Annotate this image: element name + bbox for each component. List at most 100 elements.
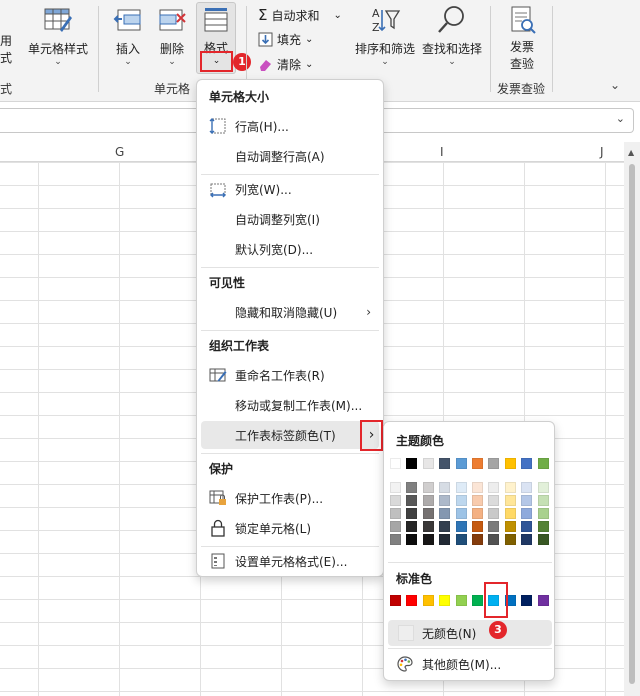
clear-button[interactable]: 清除 ⌄ <box>258 56 313 73</box>
theme-shade-swatch[interactable] <box>422 508 434 519</box>
theme-shade-swatch[interactable] <box>390 495 401 506</box>
theme-color-swatch[interactable] <box>390 458 401 469</box>
theme-shade-swatch[interactable] <box>488 482 500 493</box>
vertical-scrollbar[interactable]: ▲ <box>624 142 640 696</box>
theme-color-swatch[interactable] <box>488 458 500 469</box>
theme-shade-swatch[interactable] <box>488 521 500 532</box>
theme-shade-swatch[interactable] <box>455 534 467 545</box>
theme-shade-swatch[interactable] <box>422 534 434 545</box>
theme-shade-swatch[interactable] <box>455 508 467 519</box>
ribbon-collapse-icon[interactable]: ⌄ <box>610 78 620 92</box>
theme-shade-swatch[interactable] <box>439 521 451 532</box>
theme-shade-swatch[interactable] <box>439 495 451 506</box>
theme-color-swatch[interactable] <box>504 458 516 469</box>
theme-shade-swatch[interactable] <box>537 495 549 506</box>
theme-shade-swatch[interactable] <box>422 521 434 532</box>
standard-color-swatch[interactable] <box>455 595 467 606</box>
menu-item-hide-unhide[interactable]: 隐藏和取消隐藏(U) › <box>201 298 379 326</box>
theme-shade-swatch[interactable] <box>390 521 401 532</box>
theme-shade-swatch[interactable] <box>439 508 451 519</box>
theme-shade-swatch[interactable] <box>504 495 516 506</box>
scroll-up-icon[interactable]: ▲ <box>628 148 634 157</box>
sort-filter-button[interactable]: A Z 排序和筛选 ⌄ <box>352 4 418 67</box>
standard-color-swatch[interactable] <box>472 595 483 606</box>
menu-item-autofit-row[interactable]: 自动调整行高(A) <box>201 142 379 170</box>
theme-shade-swatch[interactable] <box>390 508 401 519</box>
column-header-i[interactable]: I <box>440 145 444 159</box>
theme-shade-swatch[interactable] <box>504 521 516 532</box>
theme-color-swatch[interactable] <box>472 458 483 469</box>
theme-color-swatch[interactable] <box>422 458 434 469</box>
theme-shade-swatch[interactable] <box>472 508 483 519</box>
theme-shade-swatch[interactable] <box>455 482 467 493</box>
chevron-down-icon[interactable]: ⌄ <box>616 112 625 125</box>
menu-item-lock-cell[interactable]: 锁定单元格(L) <box>201 514 379 542</box>
theme-color-swatch[interactable] <box>521 458 533 469</box>
insert-button[interactable]: 插入 ⌄ <box>108 4 148 67</box>
theme-shade-swatch[interactable] <box>504 534 516 545</box>
theme-shade-swatch[interactable] <box>439 482 451 493</box>
menu-item-tab-color[interactable]: 工作表标签颜色(T) <box>201 421 379 449</box>
autosum-button[interactable]: Σ 自动求和 ⌄ <box>258 6 342 24</box>
theme-shade-swatch[interactable] <box>472 521 483 532</box>
theme-shade-swatch[interactable] <box>406 534 418 545</box>
theme-shade-swatch[interactable] <box>472 482 483 493</box>
menu-item-move-copy[interactable]: 移动或复制工作表(M)... <box>201 391 379 419</box>
menu-item-default-width[interactable]: 默认列宽(D)... <box>201 235 379 263</box>
menu-item-row-height[interactable]: 行高(H)... <box>201 112 379 140</box>
theme-shade-swatch[interactable] <box>521 508 533 519</box>
theme-shade-swatch[interactable] <box>537 508 549 519</box>
theme-shade-swatch[interactable] <box>455 495 467 506</box>
cell-style-button[interactable]: 单元格样式 ⌄ <box>26 4 90 67</box>
column-header-j[interactable]: J <box>600 145 604 159</box>
theme-shade-swatch[interactable] <box>521 495 533 506</box>
fill-button[interactable]: 填充 ⌄ <box>258 31 313 48</box>
cut-left-button[interactable]: 用 式 <box>0 32 12 66</box>
menu-item-protect-sheet[interactable]: 保护工作表(P)... <box>201 484 379 512</box>
more-colors-option[interactable]: 其他颜色(M)... <box>388 651 552 677</box>
standard-color-swatch[interactable] <box>521 595 533 606</box>
standard-color-swatch[interactable] <box>537 595 549 606</box>
theme-color-swatch[interactable] <box>406 458 418 469</box>
column-header-g[interactable]: G <box>115 145 124 159</box>
theme-shade-swatch[interactable] <box>521 534 533 545</box>
theme-shade-swatch[interactable] <box>439 534 451 545</box>
theme-color-swatch[interactable] <box>537 458 549 469</box>
theme-shade-swatch[interactable] <box>472 534 483 545</box>
theme-shade-swatch[interactable] <box>488 534 500 545</box>
menu-item-column-width[interactable]: 列宽(W)... <box>201 175 379 203</box>
theme-shade-swatch[interactable] <box>406 495 418 506</box>
standard-color-swatch[interactable] <box>422 595 434 606</box>
theme-shade-swatch[interactable] <box>390 534 401 545</box>
standard-color-swatch[interactable] <box>439 595 451 606</box>
theme-shade-swatch[interactable] <box>422 482 434 493</box>
theme-shade-swatch[interactable] <box>422 495 434 506</box>
theme-shade-swatch[interactable] <box>521 521 533 532</box>
theme-shade-swatch[interactable] <box>521 482 533 493</box>
theme-shade-swatch[interactable] <box>537 534 549 545</box>
theme-shade-swatch[interactable] <box>455 521 467 532</box>
scrollbar-thumb[interactable] <box>629 164 635 684</box>
theme-shade-swatch[interactable] <box>537 521 549 532</box>
menu-item-rename-sheet[interactable]: 重命名工作表(R) <box>201 361 379 389</box>
theme-shade-swatch[interactable] <box>390 482 401 493</box>
theme-shade-swatch[interactable] <box>406 521 418 532</box>
invoice-check-button[interactable]: 发票 查验 <box>500 4 544 72</box>
menu-item-format-cells[interactable]: 设置单元格格式(E)... <box>201 547 379 575</box>
tab-color-arrow-highlight[interactable]: › <box>360 420 383 451</box>
menu-item-autofit-column[interactable]: 自动调整列宽(I) <box>201 205 379 233</box>
theme-shade-swatch[interactable] <box>406 508 418 519</box>
format-dropdown-highlight[interactable]: ⌄ <box>200 51 233 72</box>
theme-shade-swatch[interactable] <box>488 508 500 519</box>
theme-shade-swatch[interactable] <box>472 495 483 506</box>
standard-color-swatch[interactable] <box>390 595 401 606</box>
find-select-button[interactable]: 查找和选择 ⌄ <box>419 4 485 67</box>
theme-color-swatch[interactable] <box>439 458 451 469</box>
theme-shade-swatch[interactable] <box>504 508 516 519</box>
theme-shade-swatch[interactable] <box>488 495 500 506</box>
theme-shade-swatch[interactable] <box>537 482 549 493</box>
standard-color-swatch[interactable] <box>406 595 418 606</box>
no-color-option[interactable]: 无颜色(N) <box>388 620 552 646</box>
delete-button[interactable]: 删除 ⌄ <box>152 4 192 67</box>
theme-shade-swatch[interactable] <box>406 482 418 493</box>
